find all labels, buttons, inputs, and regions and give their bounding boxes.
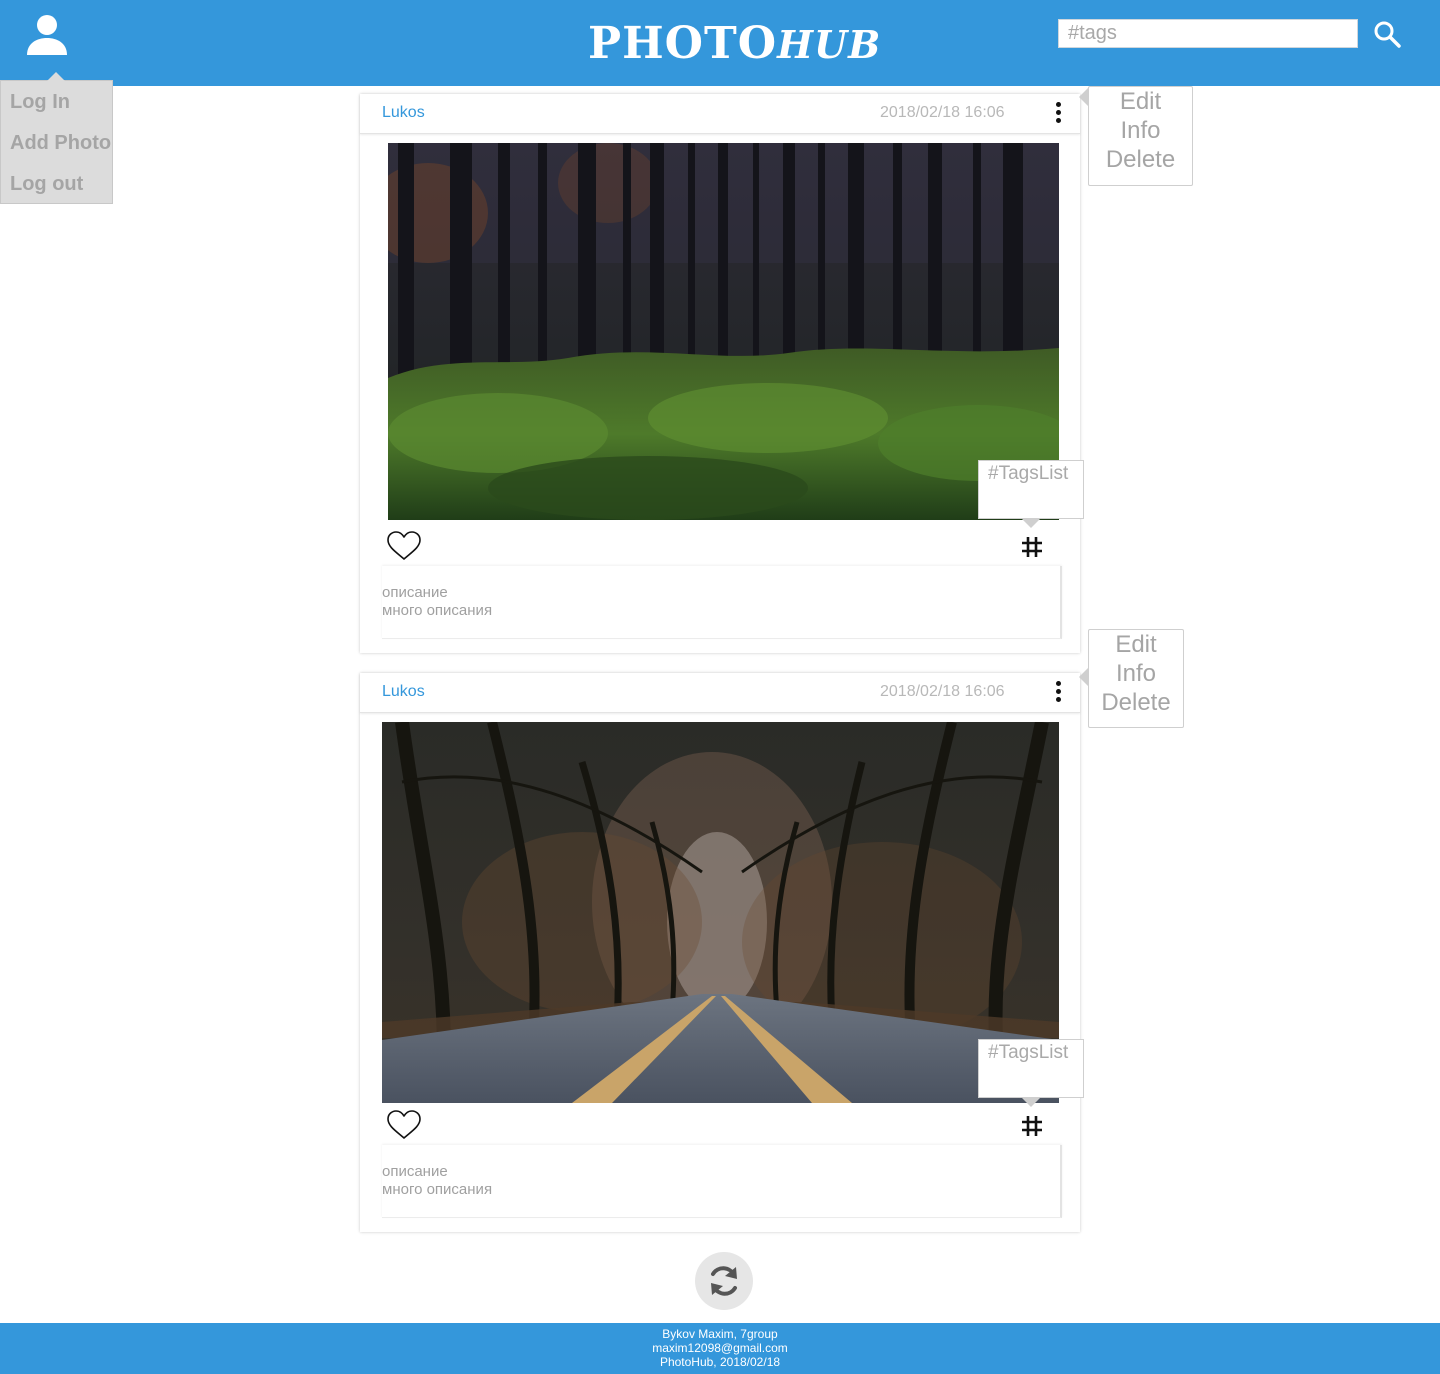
tag-search-input[interactable] [1058,19,1358,48]
post-description: описание много описания [382,1145,1062,1218]
description-line: описание [382,584,448,601]
post-photo-road[interactable] [382,722,1059,1103]
post-header: Lukos 2018/02/18 16:06 [360,673,1080,713]
user-icon[interactable] [27,14,67,56]
logo-main-text: PHOTO [588,18,778,69]
refresh-button[interactable] [695,1252,753,1310]
user-dropdown-menu: Log In Add Photo Log out [0,72,113,204]
post-description: описание много описания [382,566,1062,639]
kebab-menu-icon[interactable] [1052,102,1064,126]
tags-list-popover: #TagsList [978,460,1084,528]
menu-item-delete[interactable]: Delete [1089,145,1192,174]
header-bar: PHOTOHUB [0,0,1440,86]
menu-item-info[interactable]: Info [1089,659,1183,688]
description-line: много описания [382,602,493,619]
logo-accent-text: HUB [777,22,882,67]
footer-email[interactable]: maxim12098@gmail.com [0,1341,1440,1355]
menu-item-add-photo[interactable]: Add Photo [10,132,111,155]
post-date: 2018/02/18 16:06 [880,104,1005,121]
post-date: 2018/02/18 16:06 [880,683,1005,700]
app-logo[interactable]: PHOTOHUB [588,18,881,70]
menu-item-log-in[interactable]: Log In [10,91,70,114]
heart-icon[interactable] [386,1109,422,1141]
menu-item-edit[interactable]: Edit [1089,87,1192,116]
menu-item-info[interactable]: Info [1089,116,1192,145]
search-icon[interactable] [1373,20,1401,48]
refresh-icon [711,1266,737,1296]
description-line: описание [382,1163,448,1180]
menu-item-log-out[interactable]: Log out [10,173,83,196]
tags-list-label[interactable]: #TagsList [988,463,1068,485]
photo-post: Lukos 2018/02/18 16:06 описание много оп… [360,94,1080,653]
post-photo-forest[interactable] [388,143,1059,520]
kebab-menu-icon[interactable] [1052,681,1064,705]
post-context-menu: Edit Info Delete [1079,86,1193,186]
post-author-link[interactable]: Lukos [382,104,425,122]
footer-author: Bykov Maxim, 7group [662,1327,778,1341]
post-header: Lukos 2018/02/18 16:06 [360,94,1080,134]
hashtag-icon[interactable] [1019,534,1045,560]
photo-post: Lukos 2018/02/18 16:06 описание много оп… [360,673,1080,1232]
tags-list-label[interactable]: #TagsList [988,1042,1068,1064]
heart-icon[interactable] [386,530,422,562]
menu-item-edit[interactable]: Edit [1089,630,1183,659]
dropdown-caret [47,72,65,81]
footer: Bykov Maxim, 7group maxim12098@gmail.com… [0,1323,1440,1374]
post-context-menu: Edit Info Delete [1079,629,1184,728]
footer-copyright: PhotoHub, 2018/02/18 [659,1355,781,1369]
hashtag-icon[interactable] [1019,1113,1045,1139]
menu-item-delete[interactable]: Delete [1089,688,1183,717]
description-line: много описания [382,1181,493,1198]
tags-list-popover: #TagsList [978,1039,1084,1107]
post-author-link[interactable]: Lukos [382,683,425,701]
